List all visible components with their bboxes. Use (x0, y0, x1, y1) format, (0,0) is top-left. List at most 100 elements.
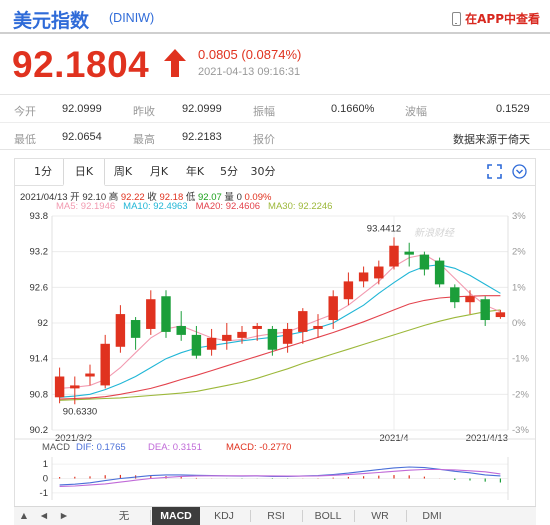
stat-label: 波幅 (405, 106, 427, 118)
scroll-left-button[interactable]: ▲ (14, 507, 34, 525)
candle-body (480, 299, 490, 321)
y-tick-label: 90.2 (30, 425, 49, 436)
ma10-line (59, 264, 501, 398)
indicator-kdj[interactable]: KDJ (200, 507, 248, 525)
macd-legend-item: DEA: 0.3151 (148, 442, 202, 453)
candle-body (237, 331, 247, 338)
divider (250, 510, 251, 522)
macd-tick-label: -1 (40, 488, 48, 499)
stat-label: 最高 (133, 134, 155, 146)
candle-body (191, 334, 202, 356)
tab-daily-k[interactable]: 日K (63, 159, 105, 186)
y-tick-label: 92 (37, 318, 48, 329)
divider (150, 510, 151, 522)
price-annotation: 90.6330 (63, 406, 97, 417)
candle-body (146, 299, 156, 329)
y-tick-label: 93.8 (30, 211, 49, 222)
tab-yearly-k[interactable]: 年K (177, 159, 213, 185)
stat-value: 92.0999 (62, 103, 102, 115)
y-tick-label: 91.4 (30, 354, 49, 365)
candle-body (434, 260, 445, 285)
ticker-code: (DINIW) (109, 11, 155, 25)
candle-body (450, 287, 460, 303)
candle-body (115, 314, 126, 347)
up-arrow-icon (164, 49, 186, 77)
period-tabs: 1分 日K 周K 月K 年K 5分 30分 (15, 159, 535, 186)
candle-body (176, 325, 186, 335)
macd-tick-label: 0 (43, 474, 48, 485)
page-header: 美元指数 (DINIW) 在APP中查看 (0, 0, 550, 34)
macd-legend-item: MACD: -0.2770 (226, 442, 291, 453)
watermark: 新浪财经 (414, 227, 455, 239)
indicator-wr[interactable]: WR (356, 507, 404, 525)
stat-value: 0.1529 (496, 103, 530, 115)
stat-value: 92.0999 (182, 103, 222, 115)
candle-body (252, 325, 262, 329)
candle-body (298, 311, 308, 332)
chevron-down-icon[interactable] (512, 164, 527, 179)
candle-body (282, 328, 293, 344)
candle-body (54, 376, 65, 398)
scroll-right-button[interactable]: ◄ (34, 507, 54, 525)
candle-body (343, 281, 354, 300)
stat-label: 报价 (253, 134, 275, 146)
stat-value: 0.1660% (331, 103, 375, 115)
indicator-dmi[interactable]: DMI (408, 507, 456, 525)
y-tick-label: 93.2 (30, 247, 49, 258)
ma5-line (59, 254, 501, 389)
candle-body (374, 266, 384, 279)
indicator-boll[interactable]: BOLL (304, 507, 352, 525)
y-tick-pct-label: -1% (512, 354, 529, 365)
candle-body (85, 373, 95, 377)
tab-1min[interactable]: 1分 (23, 159, 63, 185)
price-annotation: 93.4412 (367, 223, 401, 234)
divider (354, 510, 355, 522)
y-tick-pct-label: 1% (512, 282, 526, 293)
indicator-rsi[interactable]: RSI (252, 507, 300, 525)
macd-tick-label: 1 (43, 459, 48, 470)
y-tick-label: 92.6 (30, 282, 49, 293)
candle-body (222, 334, 232, 341)
stats-row: 最低 92.0654 最高 92.2183 报价 数据来源于倚天 (0, 123, 550, 151)
page-title: 美元指数 (13, 10, 90, 32)
candle-body (328, 296, 338, 321)
candle-body (161, 296, 171, 332)
tab-5min[interactable]: 5分 (213, 159, 245, 185)
next-button[interactable]: ► (54, 507, 74, 525)
stat-label: 振幅 (253, 106, 275, 118)
tab-weekly-k[interactable]: 周K (105, 159, 141, 185)
open-in-app-label: 在APP中查看 (465, 12, 540, 26)
candle-body (419, 254, 430, 270)
kline-chart[interactable]: 93.8 3% 93.2 2% 92.6 1% 92 0% 91.4 -1% 90.8 -2% 90.2… (14, 210, 536, 506)
y-tick-pct-label: 3% (512, 211, 526, 222)
y-tick-pct-label: 0% (512, 318, 526, 329)
chart-toolbar (487, 164, 527, 179)
open-in-app-link[interactable]: 在APP中查看 (452, 10, 540, 27)
ma20-line (59, 295, 501, 400)
indicator-none[interactable]: 无 (104, 507, 144, 525)
stats-table: 今开 92.0999 昨收 92.0999 振幅 0.1660% 波幅 0.15… (0, 94, 550, 150)
candle-body (130, 320, 141, 338)
price-change: 0.0805 (0.0874%) (198, 47, 302, 62)
candle-body (389, 245, 399, 267)
phone-icon (452, 11, 462, 26)
stat-label: 昨收 (133, 106, 155, 118)
quote-timestamp: 2021-04-13 09:16:31 (198, 66, 301, 78)
tab-monthly-k[interactable]: 月K (141, 159, 177, 185)
tab-30min[interactable]: 30分 (245, 159, 281, 185)
y-tick-label: 90.8 (30, 389, 49, 400)
current-price: 92.1804 (12, 44, 150, 85)
stat-value: 92.0654 (62, 131, 102, 143)
fullscreen-icon[interactable] (487, 164, 502, 179)
macd-legend-item: DIF: 0.1765 (76, 442, 126, 453)
stat-label: 最低 (14, 134, 36, 146)
y-tick-pct-label: -3% (512, 425, 529, 436)
candle-body (100, 343, 110, 386)
candle-body (358, 272, 369, 282)
indicator-macd[interactable]: MACD (152, 507, 200, 525)
indicator-tabs: ▲ ◄ ► 无 MACD KDJ RSI BOLL WR DMI (14, 506, 536, 525)
y-tick-pct-label: 2% (512, 247, 526, 258)
candle-body (313, 325, 323, 329)
data-source: 数据来源于倚天 (453, 134, 530, 146)
stat-label: 今开 (14, 106, 36, 118)
